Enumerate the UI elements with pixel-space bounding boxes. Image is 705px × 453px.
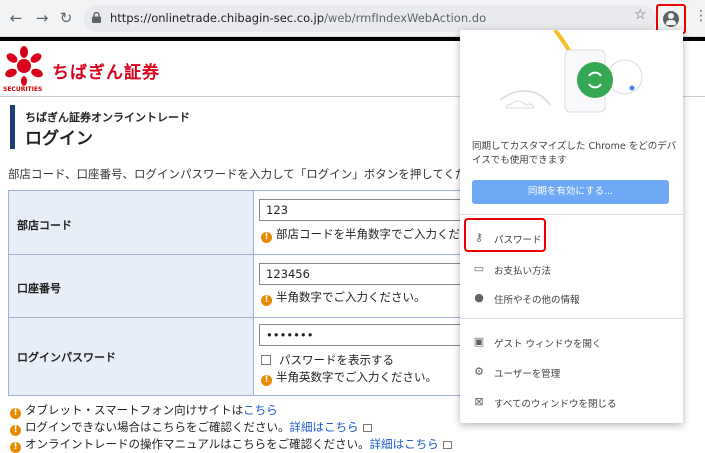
- show-password-toggle[interactable]: パスワードを表示する: [261, 352, 394, 368]
- address-bar[interactable]: https://onlinetrade.chibagin-sec.co.jp/w…: [84, 5, 656, 32]
- account-number-hint: ! 半角数字でご入力ください。: [261, 289, 426, 306]
- profile-menu-popup: 同期してカスタマイズした Chrome をどのデバイスでも使用できます 同期を有…: [460, 30, 683, 423]
- form-row-branch: 部店コード 123 ! 部店コードを半角数字でご入力くださ: [9, 191, 472, 255]
- form-row-password: ログインパスワード ••••••• パスワードを表示する ! 半角英数字でご入力く…: [9, 318, 469, 395]
- logo-subtitle: SECURITIES: [3, 86, 43, 93]
- sync-illustration-icon: [499, 30, 643, 113]
- menu-item-guest[interactable]: ▣ ゲスト ウィンドウを開く: [460, 328, 683, 356]
- menu-kebab-icon[interactable]: ⋮: [694, 9, 705, 23]
- login-help-link[interactable]: 詳細はこちら: [290, 420, 359, 434]
- avatar-icon: [663, 11, 679, 27]
- password-input[interactable]: •••••••: [259, 324, 469, 346]
- account-number-input[interactable]: 123456: [259, 263, 469, 285]
- list-item: ! ログインできない場合はこちらをご確認ください。詳細はこちら: [10, 419, 452, 436]
- brand-name[interactable]: ちばぎん証券: [52, 58, 160, 83]
- show-password-checkbox[interactable]: [261, 355, 271, 365]
- menu-item-payment[interactable]: ▭ お支払い方法: [460, 255, 683, 283]
- divider: [460, 214, 683, 215]
- sync-description: 同期してカスタマイズした Chrome をどのデバイスでも使用できます: [472, 141, 677, 166]
- warning-icon: !: [261, 232, 272, 243]
- location-pin-icon: ●: [474, 291, 484, 304]
- account-number-label: 口座番号: [17, 282, 61, 295]
- notes-list: ! タブレット・スマートフォン向けサイトはこちら ! ログインできない場合はこちらを…: [10, 402, 452, 453]
- divider: [460, 318, 683, 319]
- manual-link[interactable]: 詳細はこちら: [370, 437, 439, 451]
- external-link-icon: [362, 424, 372, 432]
- page-subtitle: ちばぎん証券オンライントレード: [25, 111, 190, 124]
- warning-icon: !: [10, 425, 21, 436]
- guest-window-icon: ▣: [473, 335, 485, 348]
- close-windows-icon: ⊠: [474, 395, 484, 408]
- back-icon[interactable]: ←: [6, 8, 26, 28]
- enable-sync-button[interactable]: 同期を有効にする...: [472, 180, 669, 204]
- page-title: ログイン: [25, 129, 93, 149]
- branch-code-hint: ! 部店コードを半角数字でご入力くださ: [261, 226, 472, 243]
- url-text[interactable]: https://onlinetrade.chibagin-sec.co.jp/w…: [110, 11, 486, 25]
- tablet-site-link[interactable]: こちら: [243, 403, 278, 417]
- intro-text: 部店コード、口座番号、ログインパスワードを入力して「ログイン」ボタンを押してくだ…: [8, 167, 490, 181]
- password-hint: ! 半角英数字でご入力ください。: [261, 369, 437, 386]
- gear-icon: ⚙: [474, 365, 484, 378]
- bookmark-star-icon[interactable]: ☆: [634, 7, 647, 23]
- password-label: ログインパスワード: [17, 351, 116, 364]
- list-item: ! オンライントレードの操作マニュアルはこちらをご確認ください。詳細はこちら: [10, 436, 452, 453]
- reload-icon[interactable]: ↻: [56, 8, 76, 28]
- brand-logo-icon: [5, 46, 43, 86]
- branch-code-label: 部店コード: [17, 219, 72, 232]
- login-form: 部店コード 123 ! 部店コードを半角数字でご入力くださ 口座番号 123456…: [8, 190, 472, 396]
- list-item: ! タブレット・スマートフォン向けサイトはこちら: [10, 402, 452, 419]
- credit-card-icon: ▭: [473, 262, 485, 275]
- branch-code-input[interactable]: 123: [259, 199, 469, 221]
- form-row-account: 口座番号 123456 ! 半角数字でご入力ください。: [9, 255, 469, 318]
- warning-icon: !: [261, 375, 272, 386]
- menu-item-close-windows[interactable]: ⊠ すべてのウィンドウを閉じる: [460, 388, 683, 416]
- menu-item-manage-users[interactable]: ⚙ ユーザーを管理: [460, 358, 683, 386]
- warning-icon: !: [10, 408, 21, 419]
- forward-icon[interactable]: →: [32, 8, 52, 28]
- menu-item-addresses[interactable]: ● 住所やその他の情報: [460, 284, 683, 312]
- passwords-highlight: [464, 218, 546, 252]
- lock-icon: [92, 12, 101, 23]
- warning-icon: !: [261, 295, 272, 306]
- external-link-icon: [442, 441, 452, 449]
- page-title-block: ちばぎん証券オンライントレード ログイン: [10, 105, 460, 149]
- warning-icon: !: [10, 442, 21, 453]
